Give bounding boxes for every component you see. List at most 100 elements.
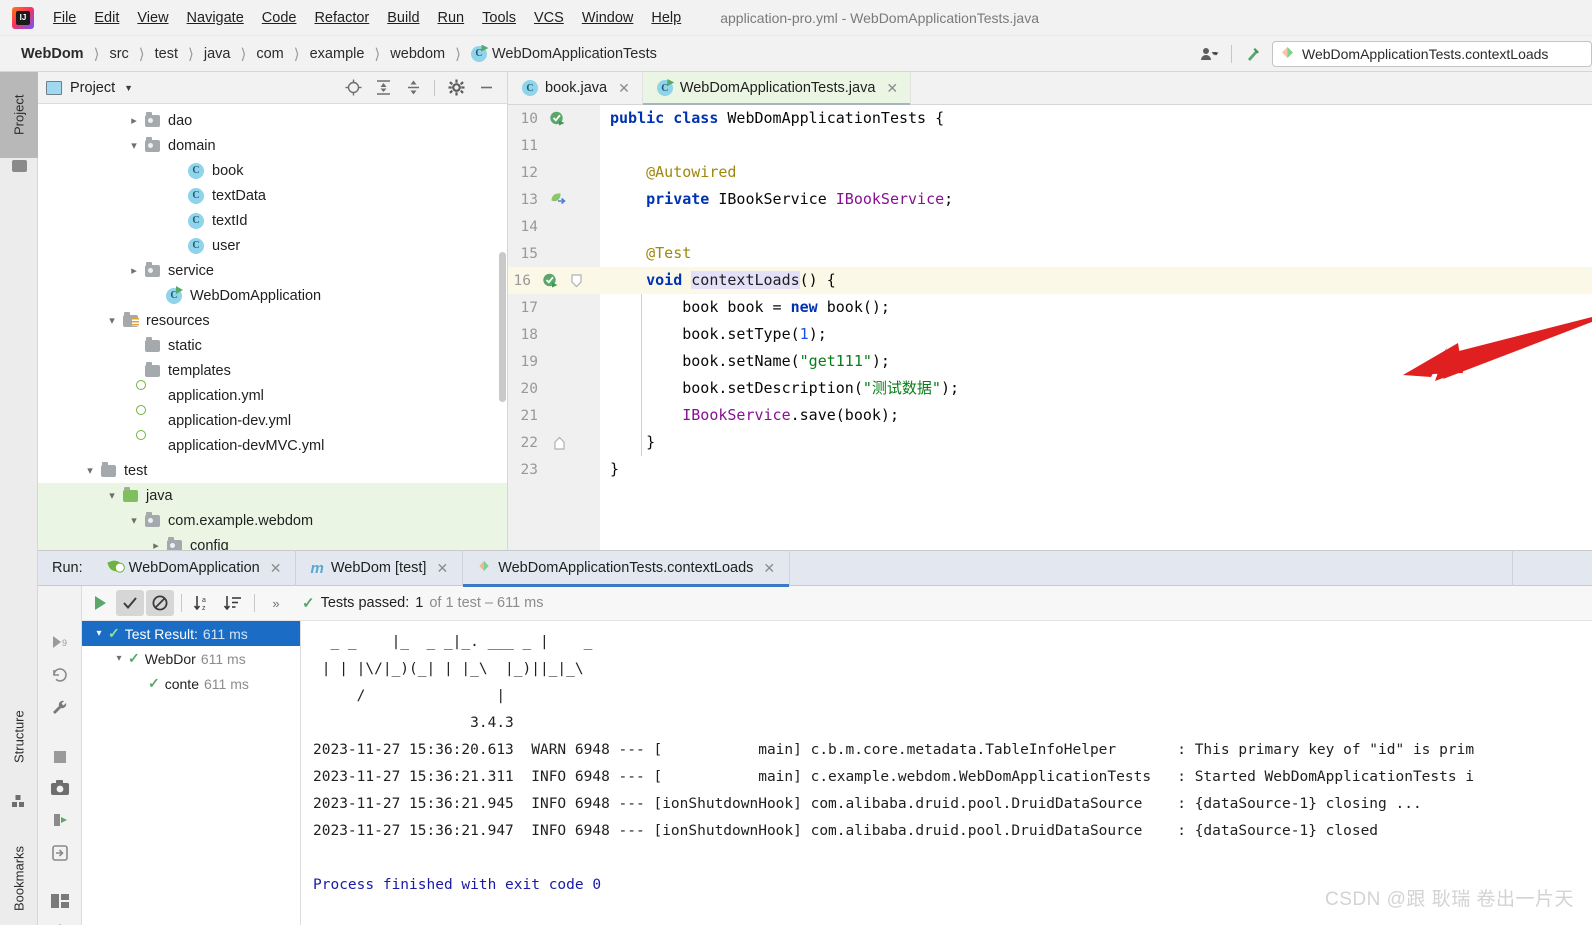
breadcrumb-item-example[interactable]: example xyxy=(307,45,368,63)
code-editor[interactable]: 10 11 12 13 14 15 16 17 18 19 20 21 22 23 public clas… xyxy=(508,105,1592,550)
menu-window[interactable]: Window xyxy=(573,7,643,29)
tree-item[interactable]: ▾ resources xyxy=(38,308,507,333)
chevron-right-icon[interactable]: ▸ xyxy=(126,114,142,127)
test-tree-item[interactable]: ▾ ✓ Test Result:611 ms xyxy=(82,621,300,646)
tree-item[interactable]: templates xyxy=(38,358,507,383)
project-scrollbar[interactable] xyxy=(499,252,506,402)
menu-help[interactable]: Help xyxy=(642,7,690,29)
gutter-line[interactable]: 10 xyxy=(508,105,600,132)
build-hammer-icon[interactable] xyxy=(1238,41,1268,67)
tree-item[interactable]: CtextId xyxy=(38,208,507,233)
editor-gutter[interactable]: 10 11 12 13 14 15 16 17 18 19 20 21 22 23 xyxy=(508,105,600,550)
code-line[interactable]: book.setDescription("测试数据"); xyxy=(610,375,1592,402)
code-line[interactable]: book.setType(1); xyxy=(610,321,1592,348)
run-tab-webdom-test[interactable]: m WebDom [test] ✕ xyxy=(295,550,462,586)
import-icon[interactable] xyxy=(49,843,71,863)
chevron-down-icon[interactable]: ▾ xyxy=(90,628,108,639)
breadcrumb-item-src[interactable]: src xyxy=(106,45,131,63)
run-test-gutter-icon[interactable] xyxy=(549,110,566,127)
menu-edit[interactable]: Edit xyxy=(85,7,128,29)
menu-build[interactable]: Build xyxy=(378,7,428,29)
user-settings-icon[interactable] xyxy=(1195,41,1225,67)
rerun-failed-icon[interactable] xyxy=(49,665,71,685)
fold-marker-icon[interactable] xyxy=(571,273,582,288)
sort-alphabetically-icon[interactable]: az xyxy=(189,590,217,616)
tree-item[interactable]: ▾ java xyxy=(38,483,507,508)
sidebar-item-structure[interactable]: Structure xyxy=(0,682,38,792)
code-line[interactable]: void contextLoads() { xyxy=(600,267,1592,294)
menu-vcs[interactable]: VCS xyxy=(525,7,573,29)
tree-item[interactable]: application-devMVC.yml xyxy=(38,433,507,458)
jump-to-line-icon[interactable]: 9 xyxy=(49,632,71,652)
test-tree-item[interactable]: ▾ ✓ WebDor 611 ms xyxy=(82,646,300,671)
fold-marker-end-icon[interactable] xyxy=(554,436,565,450)
menu-navigate[interactable]: Navigate xyxy=(178,7,253,29)
bean-gutter-icon[interactable] xyxy=(549,191,566,208)
tree-item[interactable]: ▾ com.example.webdom xyxy=(38,508,507,533)
rerun-icon[interactable] xyxy=(86,590,114,616)
editor-code[interactable]: public class WebDomApplicationTests { @A… xyxy=(600,105,1592,550)
breadcrumb-item-webdom[interactable]: webdom xyxy=(387,45,448,63)
tree-item[interactable]: application-dev.yml xyxy=(38,408,507,433)
tab-webdomapplicationtests-java[interactable]: C WebDomApplicationTests.java ✕ xyxy=(642,72,912,105)
breadcrumb-item-test[interactable]: test xyxy=(152,45,181,63)
expand-all-icon[interactable] xyxy=(374,79,392,97)
gutter-line[interactable]: 21 xyxy=(508,402,600,429)
menu-view[interactable]: View xyxy=(128,7,177,29)
run-test-gutter-icon[interactable] xyxy=(542,272,559,289)
close-icon[interactable]: ✕ xyxy=(886,80,898,97)
menu-refactor[interactable]: Refactor xyxy=(305,7,378,29)
run-tab-contextloads[interactable]: WebDomApplicationTests.contextLoads ✕ xyxy=(462,550,790,587)
sidebar-item-bookmarks[interactable]: Bookmarks xyxy=(0,817,38,925)
close-icon[interactable]: ✕ xyxy=(618,80,630,97)
breadcrumb-item-java[interactable]: java xyxy=(201,45,234,63)
locate-icon[interactable] xyxy=(344,79,362,97)
more-options-icon[interactable]: » xyxy=(262,590,290,616)
tree-item[interactable]: application.yml xyxy=(38,383,507,408)
tree-item[interactable]: CtextData xyxy=(38,183,507,208)
chevron-right-icon[interactable]: ▸ xyxy=(126,264,142,277)
gutter-line[interactable]: 11 xyxy=(508,132,600,159)
project-tree[interactable]: ▸ dao ▾ domain Cbook CtextData CtextId Cuser ▸ se… xyxy=(38,104,507,550)
layout-icon[interactable] xyxy=(49,893,71,909)
code-line[interactable]: book.setName("get111"); xyxy=(610,348,1592,375)
gutter-line[interactable]: 12 xyxy=(508,159,600,186)
tree-item[interactable]: ▸ service xyxy=(38,258,507,283)
chevron-down-icon[interactable]: ▾ xyxy=(110,653,128,664)
tree-item[interactable]: ▾ domain xyxy=(38,133,507,158)
sort-by-duration-icon[interactable] xyxy=(219,590,247,616)
menu-file[interactable]: File xyxy=(44,7,85,29)
stop-icon[interactable] xyxy=(49,748,71,766)
gutter-line[interactable]: 14 xyxy=(508,213,600,240)
code-line[interactable]: } xyxy=(610,456,1592,483)
code-line[interactable]: } xyxy=(610,429,1592,456)
breadcrumb-item-class[interactable]: C WebDomApplicationTests xyxy=(468,45,660,63)
sidebar-item-project[interactable]: Project xyxy=(0,72,38,158)
tree-item[interactable]: Cuser xyxy=(38,233,507,258)
menu-run[interactable]: Run xyxy=(429,7,474,29)
gutter-line[interactable]: 20 xyxy=(508,375,600,402)
gutter-line[interactable]: 18 xyxy=(508,321,600,348)
breadcrumb-item-com[interactable]: com xyxy=(253,45,286,63)
code-line[interactable]: IBookService.save(book); xyxy=(610,402,1592,429)
run-configuration-selector[interactable]: WebDomApplicationTests.contextLoads xyxy=(1272,41,1592,67)
intention-bulb-icon[interactable] xyxy=(590,272,600,289)
hide-panel-icon[interactable] xyxy=(477,79,495,97)
gutter-line[interactable]: 13 xyxy=(508,186,600,213)
breadcrumb-item-project[interactable]: WebDom xyxy=(18,45,87,63)
tree-item[interactable]: ▸ dao xyxy=(38,108,507,133)
chevron-down-icon[interactable]: ▾ xyxy=(82,464,98,477)
chevron-down-icon[interactable]: ▾ xyxy=(126,139,142,152)
code-line[interactable] xyxy=(610,132,1592,159)
tab-book-java[interactable]: C book.java ✕ xyxy=(508,72,643,104)
chevron-down-icon[interactable]: ▾ xyxy=(104,314,120,327)
console-output[interactable]: _ _ |_ _ _|_. ___ _ | _ | | |\/|_)(_| | … xyxy=(301,621,1592,925)
tree-item[interactable]: C WebDomApplication xyxy=(38,283,507,308)
test-results-tree[interactable]: ▾ ✓ Test Result:611 ms ▾ ✓ WebDor 611 ms ✓ conte… xyxy=(82,621,301,925)
gutter-line[interactable]: 23 xyxy=(508,456,600,483)
chevron-down-icon[interactable]: ▼ xyxy=(124,83,133,93)
chevron-right-icon[interactable]: ▸ xyxy=(148,539,164,550)
code-line[interactable]: book book = new book(); xyxy=(610,294,1592,321)
gutter-line[interactable]: 16 xyxy=(508,267,600,294)
code-line[interactable]: @Autowired xyxy=(610,159,1592,186)
